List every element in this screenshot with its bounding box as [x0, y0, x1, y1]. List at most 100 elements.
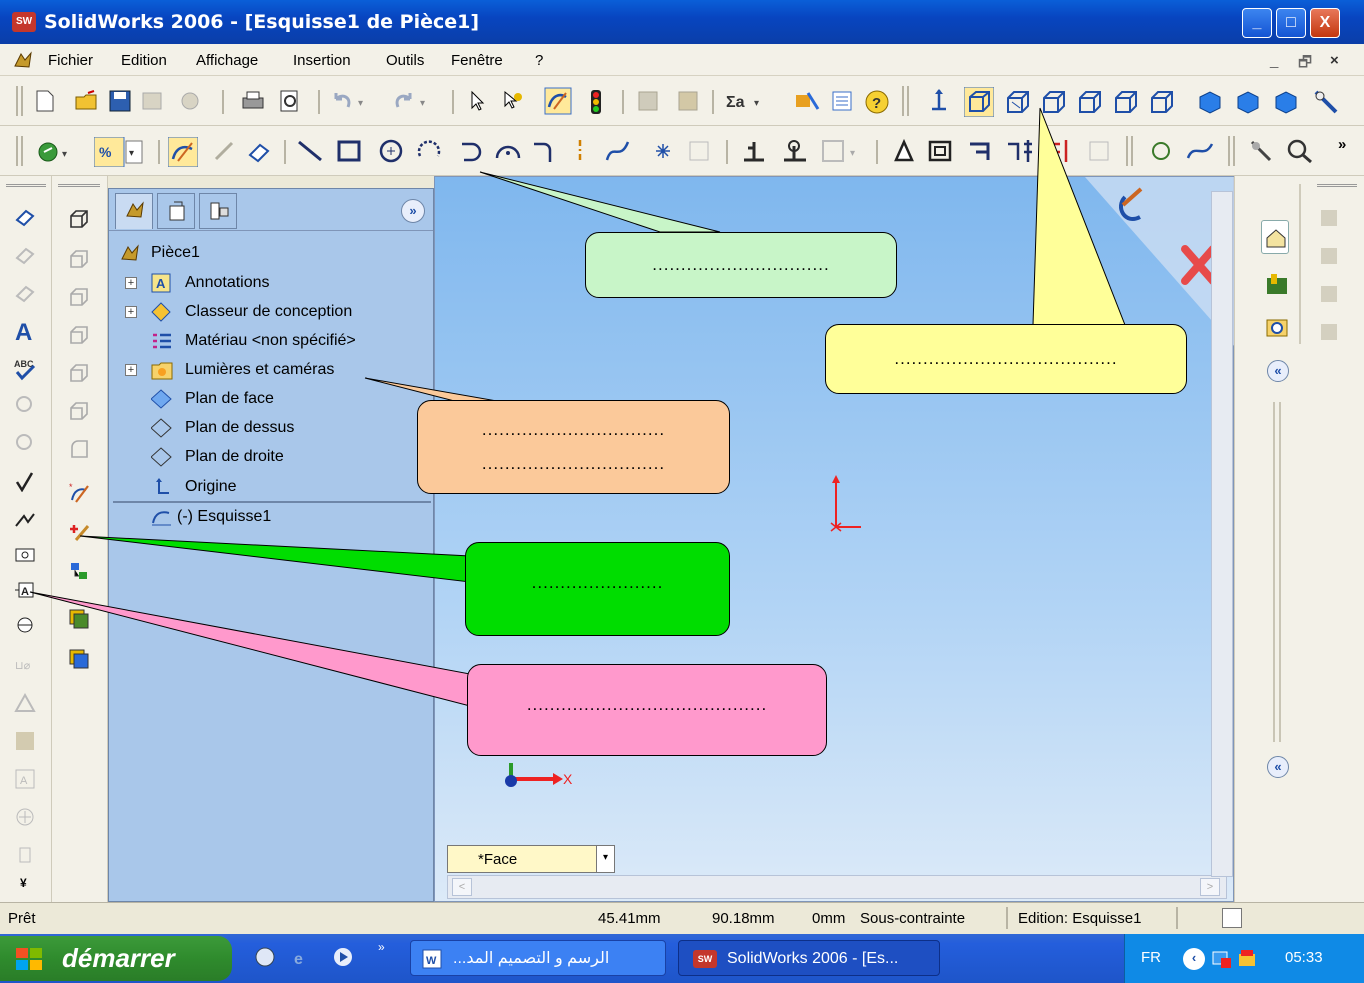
properties-icon[interactable]	[830, 89, 854, 113]
expand-annotations-button[interactable]: +	[125, 277, 137, 289]
maximize-button[interactable]: □	[1276, 8, 1306, 38]
linear-pattern-icon[interactable]	[1044, 138, 1078, 164]
surface-finish-icon[interactable]	[14, 470, 36, 492]
tools-icon[interactable]	[794, 89, 822, 113]
sketch-toggle-icon[interactable]	[544, 87, 572, 115]
doc-restore-button[interactable]: 🗗	[1298, 52, 1312, 77]
tab-property-manager[interactable]	[157, 193, 195, 229]
help-icon[interactable]: ?	[864, 89, 890, 115]
select-other-icon[interactable]	[500, 89, 524, 113]
trim-icon[interactable]	[966, 138, 994, 164]
quicklaunch-desktop-icon[interactable]	[254, 946, 276, 968]
minimize-button[interactable]: _	[1242, 8, 1272, 38]
circle-icon[interactable]	[378, 138, 404, 164]
display-relations-icon[interactable]	[780, 138, 810, 164]
rapid-sketch-icon[interactable]	[1184, 138, 1216, 164]
spline-icon[interactable]	[604, 138, 632, 164]
tab-feature-manager[interactable]	[115, 193, 153, 229]
tray-expand-icon[interactable]: ‹	[1183, 948, 1205, 970]
convert-entities-icon[interactable]	[890, 138, 918, 164]
open-folder-icon[interactable]	[74, 89, 100, 113]
rectangle-icon[interactable]	[336, 139, 362, 163]
view-select[interactable]: *Face ▾	[447, 845, 615, 873]
menu-fenetre[interactable]: Fenêtre	[451, 52, 503, 69]
undo-icon[interactable]: ▾	[330, 89, 370, 113]
centerline-icon[interactable]	[572, 138, 588, 164]
datum-target-icon[interactable]	[14, 616, 36, 638]
rebuild-traffic-light-icon[interactable]	[588, 89, 604, 115]
view-tangent-icon[interactable]	[1076, 88, 1104, 116]
tree-item-plan-dessus[interactable]: Plan de dessus	[109, 414, 429, 442]
eraser-icon[interactable]	[246, 139, 272, 163]
spell-check-icon[interactable]: ABC	[12, 356, 38, 382]
expand-lights-button[interactable]: +	[125, 364, 137, 376]
quicklaunch-ie-icon[interactable]: e	[292, 946, 318, 968]
expand-panel-button[interactable]: »	[401, 199, 425, 223]
menu-edition[interactable]: Edition	[121, 52, 167, 69]
task-pane-splitter[interactable]	[1273, 402, 1281, 742]
geometric-tolerance-icon[interactable]	[14, 544, 36, 566]
menu-help[interactable]: ?	[535, 52, 543, 69]
quicklaunch-more-button[interactable]: »	[378, 940, 385, 954]
collapse-task-pane-button[interactable]: «	[1267, 360, 1289, 382]
weld-symbol-icon[interactable]	[14, 508, 36, 530]
eraser-tool-icon[interactable]	[14, 206, 36, 228]
new-document-icon[interactable]	[34, 89, 56, 113]
datum-feature-icon[interactable]: A	[14, 580, 36, 602]
tree-item-annotations[interactable]: + A Annotations	[109, 269, 429, 297]
reference-geometry-icon[interactable]	[68, 560, 90, 582]
view-draft-icon[interactable]	[1112, 88, 1140, 116]
expand-design-binder-button[interactable]: +	[125, 306, 137, 318]
offset-entities-icon[interactable]	[926, 138, 954, 164]
point-icon[interactable]	[652, 138, 674, 164]
tree-item-material[interactable]: Matériau <non spécifié>	[109, 327, 429, 355]
measure-icon[interactable]	[1248, 138, 1278, 164]
scroll-right-button[interactable]: >	[1200, 878, 1220, 896]
volume-icon[interactable]	[1237, 948, 1259, 970]
tree-item-plan-face[interactable]: Plan de face	[109, 385, 429, 413]
scroll-left-button[interactable]: <	[452, 878, 472, 896]
tree-item-plan-droite[interactable]: Plan de droite	[109, 443, 429, 471]
save-icon[interactable]	[108, 89, 132, 113]
tree-item-origine[interactable]: Origine	[109, 473, 429, 501]
curves-icon[interactable]	[68, 608, 90, 630]
print-preview-icon[interactable]	[278, 89, 302, 113]
file-explorer-icon[interactable]	[1265, 316, 1289, 340]
view-perspective-icon[interactable]	[1148, 88, 1176, 116]
design-library-icon[interactable]	[1265, 272, 1289, 296]
collapse-task-pane-button-2[interactable]: «	[1267, 756, 1289, 778]
tab-solidworks-resources[interactable]	[1261, 220, 1289, 254]
view-select-dropdown-icon[interactable]: ▾	[596, 846, 614, 872]
add-sketch-pencil-icon[interactable]	[68, 520, 90, 542]
centerpoint-arc-icon[interactable]	[416, 138, 442, 164]
start-button[interactable]: démarrer	[0, 936, 232, 981]
horizontal-scrollbar[interactable]: < >	[447, 875, 1227, 899]
menu-outils[interactable]: Outils	[386, 52, 424, 69]
sketch-fillet-icon[interactable]	[530, 138, 556, 164]
tree-item-lights-cameras[interactable]: + Lumières et caméras	[109, 356, 429, 384]
shaded-icon[interactable]	[1196, 88, 1224, 116]
view-wireframe-active-icon[interactable]	[964, 87, 994, 117]
extrude-boss-icon[interactable]	[68, 208, 90, 230]
network-icon[interactable]	[1211, 948, 1233, 970]
taskbar-solidworks[interactable]: SW SolidWorks 2006 - [Es...	[678, 940, 940, 976]
redo-icon[interactable]: ▾	[392, 89, 432, 113]
instant3d-icon[interactable]	[68, 648, 90, 670]
taskbar-word-document[interactable]: W ...الرسم و التصميم المد	[410, 940, 666, 976]
text-A-icon[interactable]: A	[12, 318, 38, 344]
tab-configuration-manager[interactable]	[199, 193, 237, 229]
equations-icon[interactable]: Σa ▾	[724, 89, 764, 113]
view-hidden-removed-icon[interactable]	[1040, 88, 1068, 116]
select-cursor-icon[interactable]	[466, 89, 490, 113]
doc-minimize-button[interactable]: _	[1270, 52, 1278, 69]
add-relation-icon[interactable]	[740, 138, 768, 164]
app-menu-icon[interactable]	[12, 50, 34, 70]
tangent-arc-icon[interactable]	[458, 138, 488, 164]
menu-insertion[interactable]: Insertion	[293, 52, 351, 69]
view-hidden-lines-icon[interactable]	[1004, 88, 1032, 116]
mirror-icon[interactable]	[1004, 138, 1036, 164]
line-icon[interactable]	[296, 139, 324, 163]
tree-item-esquisse1[interactable]: (-) Esquisse1	[109, 503, 429, 531]
toolbar-overflow-button[interactable]: »	[1338, 136, 1346, 153]
language-indicator[interactable]: FR	[1141, 949, 1161, 966]
